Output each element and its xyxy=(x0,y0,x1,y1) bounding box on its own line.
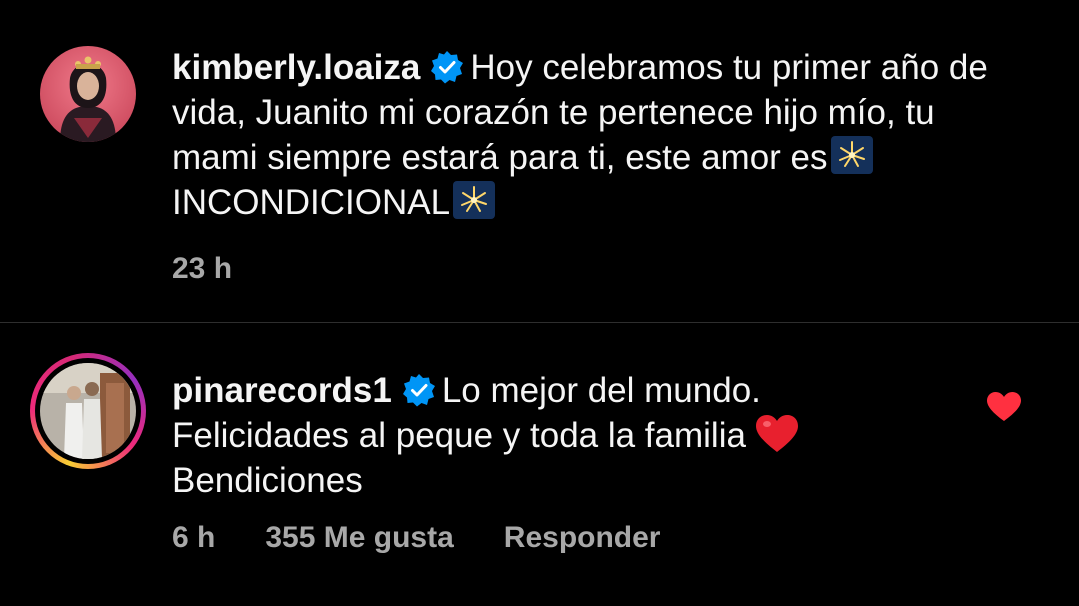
comment-meta: 6 h 355 Me gusta Responder xyxy=(172,521,710,555)
avatar[interactable] xyxy=(40,363,136,459)
comment-body-continued: Bendiciones xyxy=(172,461,363,500)
comment-timestamp: 23 h xyxy=(172,252,233,285)
red-heart-emoji-icon xyxy=(755,415,798,452)
comment-item: kimberly.loaiza Hoy celebramos tu primer… xyxy=(0,0,1079,322)
kimberly-avatar-image xyxy=(40,46,136,142)
comment-meta: 23 h xyxy=(172,252,282,286)
verified-badge-icon xyxy=(402,374,435,407)
sparkler-emoji-icon xyxy=(453,181,496,219)
like-heart-icon[interactable] xyxy=(986,391,1022,423)
comment-text: kimberly.loaiza Hoy celebramos tu primer… xyxy=(172,45,992,225)
comment-text: pinarecords1 Lo mejor del mundo. Felicid… xyxy=(172,368,932,503)
comment-username[interactable]: pinarecords1 xyxy=(172,371,392,410)
comment-timestamp: 6 h xyxy=(172,521,216,554)
sparkler-emoji-icon xyxy=(830,136,873,174)
avatar[interactable] xyxy=(40,46,136,142)
likes-count[interactable]: 355 Me gusta xyxy=(265,521,453,554)
comment-body-emphasis: INCONDICIONAL xyxy=(172,183,451,222)
reply-button[interactable]: Responder xyxy=(504,521,661,554)
comment-item: pinarecords1 Lo mejor del mundo. Felicid… xyxy=(0,323,1079,606)
comment-username[interactable]: kimberly.loaiza xyxy=(172,48,420,87)
verified-badge-icon xyxy=(431,51,464,84)
pinarecords-avatar-image xyxy=(40,363,136,459)
